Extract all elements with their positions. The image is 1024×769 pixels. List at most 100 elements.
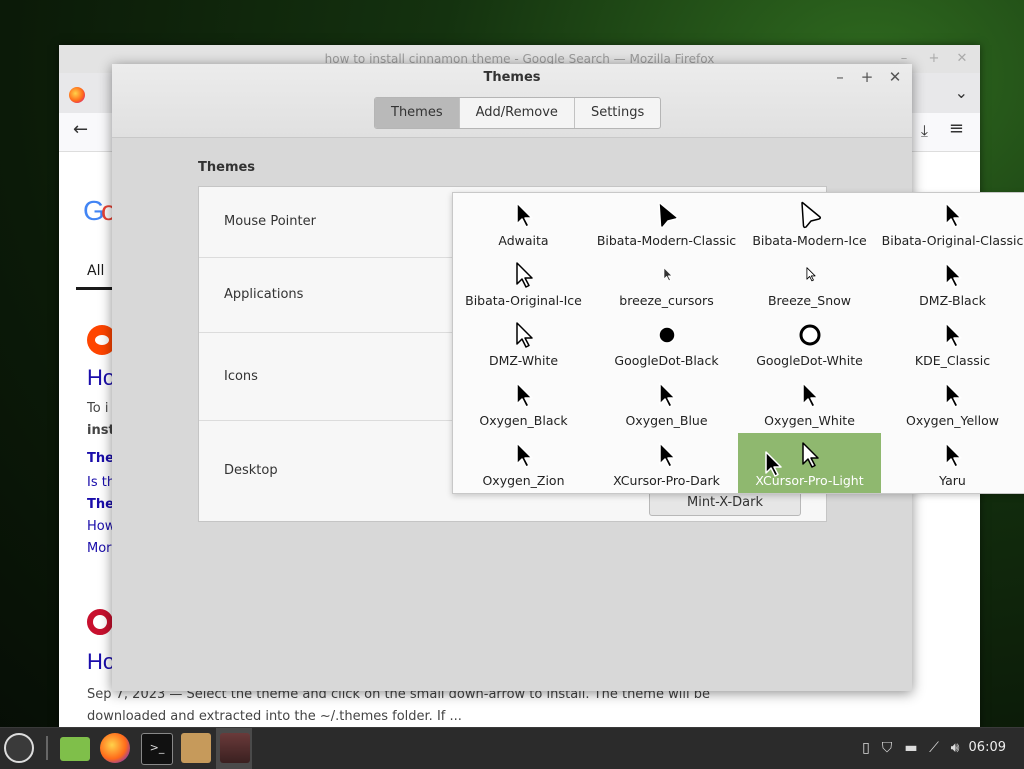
firefox-close-button[interactable]: ✕ <box>948 45 976 73</box>
cursor-theme-label: KDE_Classic <box>914 353 991 368</box>
cursor-preview-icon <box>595 441 738 469</box>
cursor-theme-bibata-modern-ice[interactable]: Bibata-Modern-Ice <box>738 193 881 253</box>
archive-icon[interactable] <box>181 733 211 763</box>
row-label: Applications <box>224 287 304 302</box>
themes-tab-switcher: Themes Add/Remove Settings <box>374 97 662 129</box>
cursor-theme-label: Oxygen_Yellow <box>906 413 999 428</box>
section-heading: Themes <box>198 160 256 175</box>
result2-snippet: downloaded and extracted into the ~/.the… <box>87 709 462 724</box>
cursor-theme-xcursor-pro-light[interactable]: XCursor-Pro-Light <box>738 433 881 493</box>
cursor-preview-icon <box>452 201 595 229</box>
tab-themes[interactable]: Themes <box>375 98 460 128</box>
cursor-theme-dmz-black[interactable]: DMZ-Black <box>881 253 1024 313</box>
themes-header: Themes – + ✕ Themes Add/Remove Settings <box>112 64 912 138</box>
cursor-theme-popup: Adwaita Bibata-Modern-Classic Bibata-Moder… <box>452 192 1024 494</box>
download-icon[interactable]: ⤓ <box>921 121 928 141</box>
volume-icon[interactable]: 🔊︎ <box>946 739 964 757</box>
cursor-theme-label: Oxygen_Blue <box>625 413 708 428</box>
back-arrow-icon[interactable]: ← <box>73 119 88 140</box>
cursor-preview-icon <box>452 381 595 409</box>
mint-menu-icon[interactable] <box>4 733 34 763</box>
cursor-preview-icon <box>738 441 881 477</box>
cursor-theme-oxygen-black[interactable]: Oxygen_Black <box>452 373 595 433</box>
cursor-theme-oxygen-blue[interactable]: Oxygen_Blue <box>595 373 738 433</box>
cursor-theme-label: Bibata-Original-Ice <box>465 293 582 308</box>
themes-close-button[interactable]: ✕ <box>883 68 907 86</box>
files-icon[interactable] <box>60 737 90 761</box>
taskbar-separator <box>46 736 48 760</box>
themes-window-title: Themes <box>483 70 541 85</box>
shield-icon[interactable]: ⛉ <box>878 739 896 757</box>
cursor-theme-label: Oxygen_Zion <box>482 473 565 488</box>
firefox-icon[interactable] <box>100 733 130 763</box>
cursor-theme-oxygen-zion[interactable]: Oxygen_Zion <box>452 433 595 493</box>
cursor-theme-yaru[interactable]: Yaru <box>881 433 1024 493</box>
cursor-theme-adwaita[interactable]: Adwaita <box>452 193 595 253</box>
firefox-tab-favicon-icon[interactable] <box>69 87 85 103</box>
cursor-preview-icon <box>881 321 1024 349</box>
cursor-theme-label: GoogleDot-Black <box>614 353 719 368</box>
opera-icon <box>87 609 113 635</box>
cursor-theme-dmz-white[interactable]: DMZ-White <box>452 313 595 373</box>
terminal-icon[interactable]: >_ <box>141 733 173 765</box>
cursor-theme-label: XCursor-Pro-Dark <box>613 473 720 488</box>
clock[interactable]: 06:09 <box>969 740 1006 755</box>
search-tab-all[interactable]: All <box>87 263 104 279</box>
cursor-preview-icon <box>595 201 738 229</box>
cursor-theme-label: XCursor-Pro-Light <box>755 473 864 488</box>
cursor-theme-bibata-original-ice[interactable]: Bibata-Original-Ice <box>452 253 595 313</box>
cursor-theme-label: GoogleDot-White <box>756 353 863 368</box>
cursor-theme-label: Bibata-Original-Classic <box>881 233 1024 248</box>
row-applications: Applications <box>199 258 454 333</box>
row-label: Desktop <box>224 463 278 478</box>
tab-add-remove[interactable]: Add/Remove <box>460 98 575 128</box>
cursor-preview-icon <box>452 441 595 469</box>
result1-sublink[interactable]: The <box>87 497 114 512</box>
network-icon[interactable]: ⟋ <box>925 739 943 757</box>
cursor-theme-oxygen-yellow[interactable]: Oxygen_Yellow <box>881 373 1024 433</box>
result1-title[interactable]: Ho <box>87 365 115 391</box>
cursor-theme-label: Breeze_Snow <box>767 293 852 308</box>
cursor-theme-googledot-black[interactable]: GoogleDot-Black <box>595 313 738 373</box>
row-label: Icons <box>224 369 258 384</box>
cursor-theme-xcursor-pro-dark[interactable]: XCursor-Pro-Dark <box>595 433 738 493</box>
cursor-theme-bibata-modern-classic[interactable]: Bibata-Modern-Classic <box>595 193 738 253</box>
cursor-theme-googledot-white[interactable]: GoogleDot-White <box>738 313 881 373</box>
cursor-theme-breeze-snow[interactable]: Breeze_Snow <box>738 253 881 313</box>
result1-sublink[interactable]: Mor <box>87 541 112 556</box>
cursor-preview-icon <box>881 381 1024 409</box>
themes-maximize-button[interactable]: + <box>855 68 879 86</box>
cursor-theme-oxygen-white[interactable]: Oxygen_White <box>738 373 881 433</box>
row-label: Mouse Pointer <box>224 214 316 229</box>
cursor-preview-icon <box>738 381 881 409</box>
cursor-preview-icon <box>738 321 881 349</box>
cursor-preview-icon <box>595 321 738 349</box>
cursor-preview-icon <box>881 201 1024 229</box>
cursor-preview-icon <box>881 261 1024 289</box>
row-icons: Icons <box>199 333 454 421</box>
drive-icon[interactable]: ▬ <box>902 739 920 757</box>
cursor-theme-label: Bibata-Modern-Classic <box>596 233 737 248</box>
cursor-preview-icon <box>452 321 595 349</box>
cursor-theme-breeze-cursors[interactable]: breeze_cursors <box>595 253 738 313</box>
cursor-preview-icon <box>738 201 881 229</box>
hamburger-menu-icon[interactable]: ≡ <box>949 118 964 139</box>
chevron-down-icon[interactable]: ⌄ <box>955 83 968 102</box>
result1-sublink[interactable]: The <box>87 451 114 466</box>
cursor-theme-label: DMZ-White <box>488 353 559 368</box>
result1-sublink[interactable]: Is th <box>87 475 115 490</box>
row-desktop: Desktop <box>199 421 454 520</box>
themes-minimize-button[interactable]: – <box>828 68 852 86</box>
cursor-preview-icon <box>595 381 738 409</box>
tab-settings[interactable]: Settings <box>575 98 660 128</box>
active-tab-underline <box>76 287 112 290</box>
result2-title[interactable]: Ho <box>87 649 115 675</box>
cursor-theme-label: Yaru <box>939 473 966 488</box>
cursor-preview-icon <box>738 261 881 289</box>
firefox-maximize-button[interactable]: + <box>920 45 948 73</box>
clipboard-icon[interactable]: ▯ <box>857 739 875 757</box>
cursor-theme-kde-classic[interactable]: KDE_Classic <box>881 313 1024 373</box>
result1-line: To i <box>87 401 109 416</box>
cursor-theme-bibata-original-classic[interactable]: Bibata-Original-Classic <box>881 193 1024 253</box>
themes-app-icon[interactable] <box>220 733 250 763</box>
